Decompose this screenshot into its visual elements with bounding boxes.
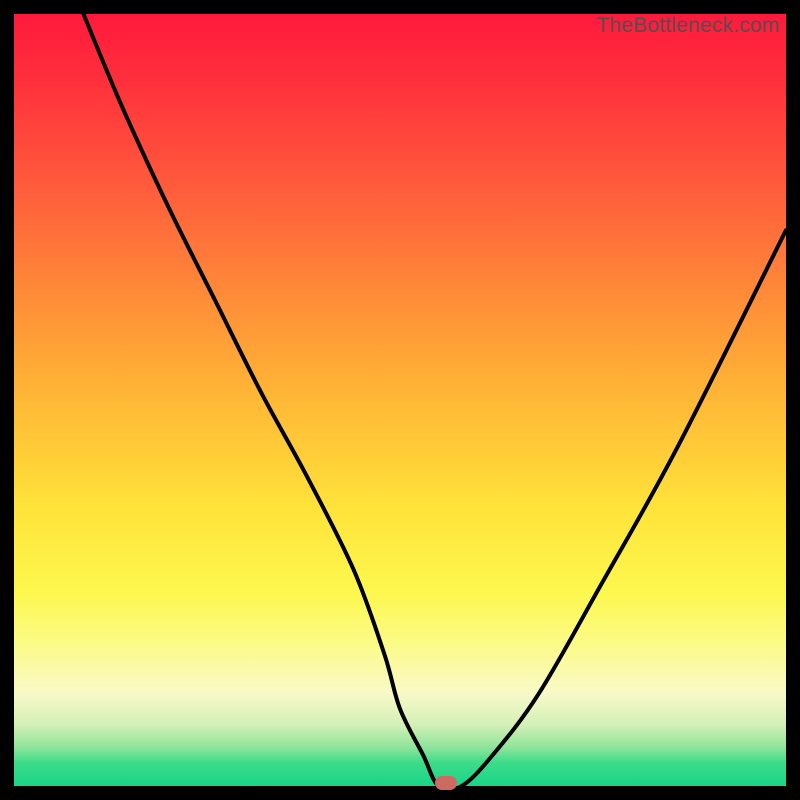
chart-plot-area: TheBottleneck.com	[14, 14, 786, 786]
bottleneck-curve	[14, 14, 786, 786]
optimal-point-marker	[435, 776, 457, 790]
